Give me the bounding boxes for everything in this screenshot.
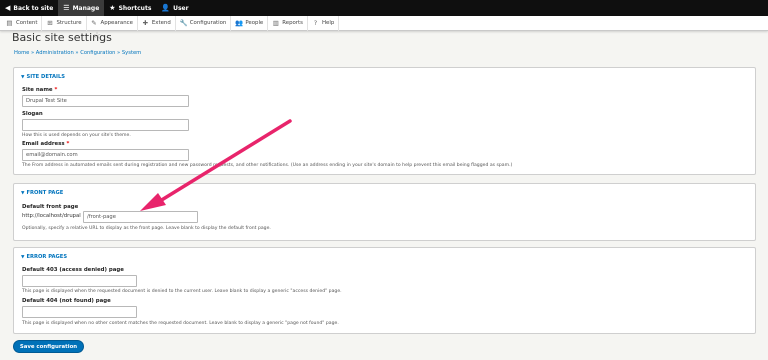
wrench-icon: 🔧: [179, 19, 188, 27]
menu-item-label: Help: [321, 20, 335, 26]
menu-item-label: Structure: [56, 20, 82, 26]
menu-item-label: Extend: [151, 20, 171, 26]
star-icon: ★: [109, 3, 116, 12]
structure-icon: ⊞: [47, 19, 53, 27]
site-name-label: Site name *: [22, 87, 57, 93]
site-details-fieldset: ▼SITE DETAILS Site name * Slogan How thi…: [13, 67, 756, 175]
shortcuts-tab[interactable]: ★ Shortcuts: [104, 0, 156, 16]
page-404-input[interactable]: [22, 306, 137, 318]
menu-item-structure[interactable]: ⊞ Structure: [42, 15, 87, 31]
error-pages-legend[interactable]: ▼ ERROR PAGES: [21, 254, 67, 260]
back-to-site-label: Back to site: [13, 4, 54, 12]
site-name-label-text: Site name: [22, 87, 53, 93]
breadcrumb[interactable]: Home » Administration » Configuration » …: [14, 50, 141, 56]
front-page-label: Default front page: [22, 204, 79, 210]
front-page-legend[interactable]: ▼ FRONT PAGE: [21, 190, 63, 196]
brush-icon: ✎: [91, 19, 97, 27]
required-marker: *: [66, 141, 70, 147]
menu-item-people[interactable]: 👥 People: [231, 15, 269, 31]
manage-label: Manage: [72, 4, 100, 12]
email-label-text: Email address: [22, 141, 65, 147]
menu-item-label: Configuration: [189, 20, 227, 26]
menu-item-label: People: [245, 20, 264, 26]
back-to-site-link[interactable]: ◀ Back to site: [0, 0, 58, 16]
error-pages-fieldset: ▼ ERROR PAGES Default 403 (access denied)…: [13, 247, 756, 334]
page-403-input[interactable]: [22, 275, 137, 287]
admin-toolbar: ◀ Back to site ☰ Manage ★ Shortcuts 👤 Us…: [0, 0, 768, 16]
admin-menu-bar: ▤ Content ⊞ Structure ✎ Appearance ✚ Ext…: [0, 15, 768, 31]
front-page-fieldset: ▼ FRONT PAGE Default front page http://lo…: [13, 183, 756, 241]
required-marker: *: [54, 87, 58, 93]
menu-item-reports[interactable]: ▥ Reports: [268, 15, 308, 31]
page-404-label: Default 404 (not found) page: [22, 298, 111, 304]
triangle-down-icon: ▼: [21, 255, 25, 260]
triangle-down-icon: ▼: [21, 191, 25, 196]
page-403-description: This page is displayed when the requeste…: [22, 289, 342, 294]
front-page-url-prefix: http://localhost/drupal: [22, 213, 81, 219]
back-arrow-icon: ◀: [5, 3, 11, 12]
menu-item-label: Appearance: [100, 20, 133, 26]
slogan-description: How this is used depends on your site's …: [22, 133, 131, 138]
triangle-down-icon: ▼: [21, 75, 25, 80]
page-403-label: Default 403 (access denied) page: [22, 267, 124, 273]
site-details-legend-label: SITE DETAILS: [26, 74, 65, 80]
site-details-legend[interactable]: ▼ SITE DETAILS: [21, 74, 65, 80]
user-icon: 👤: [161, 3, 171, 12]
menu-item-appearance[interactable]: ✎ Appearance: [87, 15, 138, 31]
slogan-label: Slogan: [22, 111, 43, 117]
manage-tab[interactable]: ☰ Manage: [58, 0, 105, 16]
user-label: User: [173, 4, 189, 12]
email-input[interactable]: [22, 149, 189, 161]
error-pages-legend-label: ERROR PAGES: [26, 254, 68, 260]
email-description: The From address in automated emails sen…: [22, 163, 513, 168]
user-tab[interactable]: 👤 User: [156, 0, 193, 16]
menu-item-help[interactable]: ? Help: [308, 15, 340, 31]
help-icon: ?: [313, 19, 318, 27]
menu-icon: ☰: [63, 3, 70, 12]
menu-item-extend[interactable]: ✚ Extend: [138, 15, 176, 31]
content-icon: ▤: [6, 19, 13, 27]
menu-item-content[interactable]: ▤ Content: [2, 15, 43, 31]
menu-item-label: Content: [16, 20, 38, 26]
front-page-description: Optionally, specify a relative URL to di…: [22, 226, 271, 231]
menu-item-label: Reports: [282, 20, 303, 26]
shortcuts-label: Shortcuts: [118, 4, 152, 12]
people-icon: 👥: [235, 19, 244, 27]
site-name-input[interactable]: [22, 95, 189, 107]
shortcut-star-icon[interactable]: ☆: [93, 31, 101, 41]
front-page-legend-label: FRONT PAGE: [26, 190, 64, 196]
front-page-input[interactable]: [83, 211, 198, 223]
menu-item-configuration[interactable]: 🔧 Configuration: [176, 15, 232, 31]
save-configuration-button[interactable]: Save configuration: [13, 340, 84, 353]
email-label: Email address *: [22, 141, 69, 147]
bar-chart-icon: ▥: [272, 19, 279, 27]
page-404-description: This page is displayed when no other con…: [22, 321, 339, 326]
slogan-input[interactable]: [22, 119, 189, 131]
puzzle-icon: ✚: [142, 19, 149, 27]
